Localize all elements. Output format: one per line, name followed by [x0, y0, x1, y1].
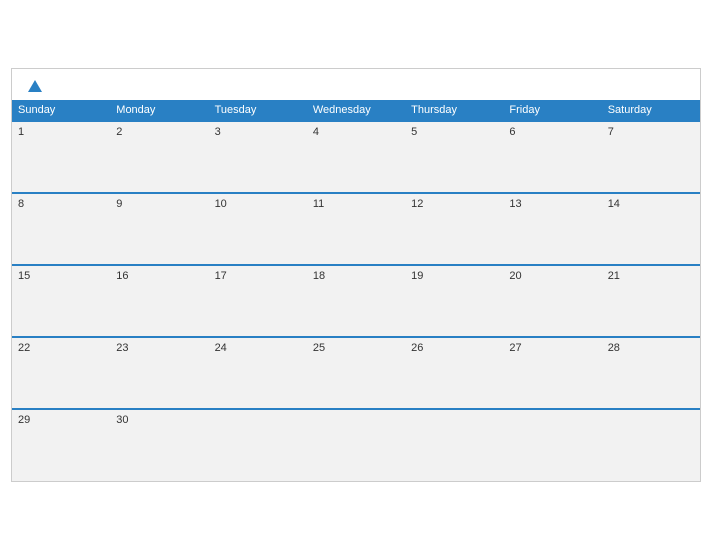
day-number: 10 — [215, 198, 227, 210]
calendar-container: SundayMondayTuesdayWednesdayThursdayFrid… — [11, 68, 701, 482]
day-cell: 11 — [307, 193, 405, 265]
week-row-4: 22 23 24 25 26 27 28 — [12, 337, 700, 409]
week-row-2: 8 9 10 11 12 13 14 — [12, 193, 700, 265]
day-cell: 4 — [307, 121, 405, 193]
day-cell — [503, 409, 601, 481]
weekday-header-tuesday: Tuesday — [209, 100, 307, 121]
weekday-header-thursday: Thursday — [405, 100, 503, 121]
day-number: 14 — [608, 198, 620, 210]
day-cell: 25 — [307, 337, 405, 409]
day-number: 19 — [411, 270, 423, 282]
day-number: 9 — [116, 198, 122, 210]
day-number: 4 — [313, 126, 319, 138]
day-number: 30 — [116, 414, 128, 426]
day-number: 2 — [116, 126, 122, 138]
day-cell: 18 — [307, 265, 405, 337]
weekday-header-sunday: Sunday — [12, 100, 110, 121]
day-cell — [209, 409, 307, 481]
day-number: 12 — [411, 198, 423, 210]
day-number: 8 — [18, 198, 24, 210]
day-cell: 3 — [209, 121, 307, 193]
day-cell: 29 — [12, 409, 110, 481]
day-number: 7 — [608, 126, 614, 138]
day-number: 6 — [509, 126, 515, 138]
day-number: 18 — [313, 270, 325, 282]
weekday-header-wednesday: Wednesday — [307, 100, 405, 121]
day-number: 29 — [18, 414, 30, 426]
calendar-header — [12, 69, 700, 100]
day-number: 13 — [509, 198, 521, 210]
logo — [26, 79, 42, 92]
day-number: 23 — [116, 342, 128, 354]
day-number: 3 — [215, 126, 221, 138]
day-cell — [405, 409, 503, 481]
day-number: 11 — [313, 198, 324, 210]
weekday-header-row: SundayMondayTuesdayWednesdayThursdayFrid… — [12, 100, 700, 121]
day-number: 24 — [215, 342, 227, 354]
day-cell: 30 — [110, 409, 208, 481]
day-cell: 26 — [405, 337, 503, 409]
day-cell: 28 — [602, 337, 700, 409]
week-row-5: 29 30 — [12, 409, 700, 481]
day-number: 21 — [608, 270, 620, 282]
day-cell: 1 — [12, 121, 110, 193]
day-cell: 10 — [209, 193, 307, 265]
day-number: 25 — [313, 342, 325, 354]
day-number: 17 — [215, 270, 227, 282]
day-number: 22 — [18, 342, 30, 354]
day-cell: 24 — [209, 337, 307, 409]
day-cell: 16 — [110, 265, 208, 337]
day-cell: 5 — [405, 121, 503, 193]
day-cell: 21 — [602, 265, 700, 337]
logo-triangle-icon — [28, 80, 42, 92]
day-number: 26 — [411, 342, 423, 354]
day-cell: 7 — [602, 121, 700, 193]
day-cell: 17 — [209, 265, 307, 337]
day-cell: 15 — [12, 265, 110, 337]
day-cell: 14 — [602, 193, 700, 265]
day-cell: 8 — [12, 193, 110, 265]
day-cell: 6 — [503, 121, 601, 193]
weekday-header-friday: Friday — [503, 100, 601, 121]
calendar-grid: SundayMondayTuesdayWednesdayThursdayFrid… — [12, 100, 700, 481]
day-number: 28 — [608, 342, 620, 354]
day-number: 15 — [18, 270, 30, 282]
weekday-header-monday: Monday — [110, 100, 208, 121]
day-cell: 9 — [110, 193, 208, 265]
day-number: 5 — [411, 126, 417, 138]
day-cell: 2 — [110, 121, 208, 193]
day-cell — [307, 409, 405, 481]
week-row-3: 15 16 17 18 19 20 21 — [12, 265, 700, 337]
weekday-header-saturday: Saturday — [602, 100, 700, 121]
day-cell: 23 — [110, 337, 208, 409]
day-cell: 12 — [405, 193, 503, 265]
day-number: 1 — [18, 126, 24, 138]
day-cell: 20 — [503, 265, 601, 337]
day-number: 27 — [509, 342, 521, 354]
day-cell: 22 — [12, 337, 110, 409]
day-number: 16 — [116, 270, 128, 282]
day-cell: 27 — [503, 337, 601, 409]
day-cell — [602, 409, 700, 481]
day-cell: 13 — [503, 193, 601, 265]
day-number: 20 — [509, 270, 521, 282]
week-row-1: 1 2 3 4 5 6 7 — [12, 121, 700, 193]
day-cell: 19 — [405, 265, 503, 337]
